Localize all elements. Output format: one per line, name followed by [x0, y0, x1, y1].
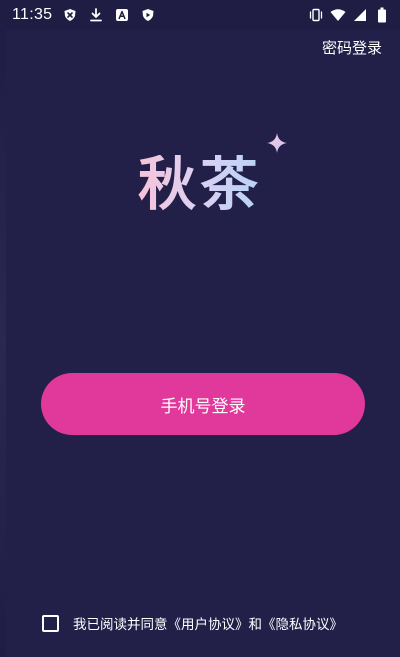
- status-bar: 11:35: [0, 0, 400, 30]
- agreement-prefix: 我已阅读并同意: [73, 617, 168, 633]
- phone-login-button[interactable]: 手机号登录: [41, 373, 365, 435]
- password-login-link[interactable]: 密码登录: [322, 37, 382, 58]
- wifi-icon: [330, 7, 346, 23]
- app-logo: 秋茶: [0, 155, 400, 213]
- agreement-checkbox[interactable]: [42, 614, 59, 632]
- status-time: 11:35: [12, 6, 53, 23]
- play-shield-icon: [140, 7, 156, 23]
- user-agreement-link[interactable]: 《用户协议》: [168, 613, 249, 633]
- phone-login-label: 手机号登录: [160, 396, 246, 417]
- font-a-icon: [114, 7, 130, 23]
- status-left: 11:35: [12, 6, 156, 24]
- agreement-conjunction: 和: [248, 617, 263, 633]
- vibrate-icon: [308, 7, 324, 23]
- privacy-policy-link[interactable]: 《隐私协议》: [262, 613, 343, 633]
- logo-text: 秋茶: [137, 150, 262, 218]
- login-screen: 11:35 密码登录 秋茶 手机号登录 我已阅读并同意 《用户协议》 和 《隐私…: [0, 0, 400, 657]
- sparkle-icon: [267, 133, 287, 153]
- download-icon: [88, 7, 104, 23]
- agreement-row: 我已阅读并同意 《用户协议》 和 《隐私协议》: [42, 613, 343, 633]
- status-right: [308, 7, 390, 23]
- left-edge-decoration: [0, 30, 6, 657]
- battery-icon: [374, 7, 390, 23]
- signal-icon: [352, 7, 368, 23]
- shield-x-icon: [62, 7, 78, 23]
